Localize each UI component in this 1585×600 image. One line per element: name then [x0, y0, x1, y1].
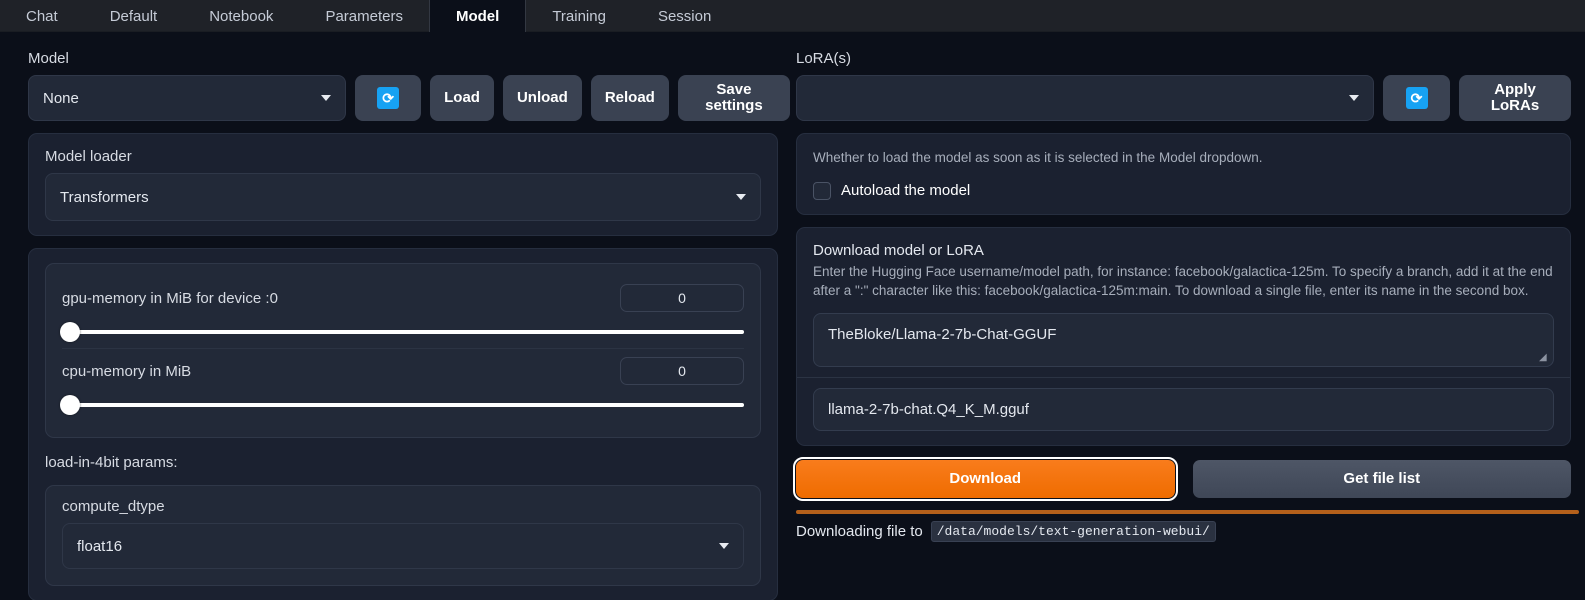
cpu-memory-number-input[interactable]: 0: [620, 357, 744, 385]
model-dropdown[interactable]: None: [28, 75, 346, 121]
save-settings-button-label: Save settings: [705, 81, 763, 114]
load-button[interactable]: Load: [430, 75, 494, 121]
gpu-memory-slider-row: gpu-memory in MiB for device :0 0: [60, 276, 744, 349]
file-name-value: llama-2-7b-chat.Q4_K_M.gguf: [828, 400, 1029, 418]
model-loader-dropdown[interactable]: Transformers: [45, 173, 761, 221]
tab-model[interactable]: Model: [428, 0, 527, 32]
autoload-help-text: Whether to load the model as soon as it …: [813, 150, 1263, 165]
right-column: LoRA(s) ⟳ Apply LoRAs Whether to load th…: [790, 32, 1585, 600]
compute-dtype-group: compute_dtype float16: [45, 485, 761, 586]
file-name-input[interactable]: llama-2-7b-chat.Q4_K_M.gguf: [813, 387, 1554, 431]
cpu-memory-slider-track[interactable]: [60, 395, 744, 415]
gpu-memory-value: 0: [678, 290, 686, 306]
refresh-icon: ⟳: [377, 87, 400, 109]
cpu-memory-slider-row: cpu-memory in MiB 0: [60, 349, 744, 421]
model-section-label: Model: [28, 50, 69, 67]
gpu-memory-slider-thumb[interactable]: [60, 322, 80, 342]
refresh-icon: ⟳: [1405, 87, 1428, 109]
tab-training[interactable]: Training: [526, 0, 632, 32]
chevron-down-icon: [1349, 95, 1359, 101]
compute-dtype-label: compute_dtype: [62, 498, 165, 515]
compute-dtype-value: float16: [77, 537, 123, 555]
memory-sliders-group: gpu-memory in MiB for device :0 0 cpu-me…: [45, 263, 761, 438]
autoload-checkbox-label: Autoload the model: [841, 182, 971, 200]
load-in-4bit-params-title: load-in-4bit params:: [45, 454, 178, 471]
gpu-memory-number-input[interactable]: 0: [620, 284, 744, 312]
tab-label: Model: [455, 7, 500, 25]
cpu-memory-value: 0: [678, 363, 686, 379]
cpu-memory-label: cpu-memory in MiB: [62, 362, 192, 380]
gpu-memory-header: gpu-memory in MiB for device :0 0: [62, 284, 744, 312]
lora-section-label: LoRA(s): [796, 50, 852, 67]
chevron-down-icon: [719, 543, 729, 549]
gpu-memory-slider-track[interactable]: [60, 322, 744, 342]
download-panel: Download model or LoRA Enter the Hugging…: [796, 226, 1571, 446]
refresh-model-list-button[interactable]: ⟳: [355, 75, 422, 121]
tab-chat[interactable]: Chat: [0, 0, 84, 32]
cpu-memory-slider-thumb[interactable]: [60, 395, 80, 415]
download-button-label: Download: [949, 470, 1022, 488]
model-controls-row: None ⟳ Load Unload Reload Save settings: [0, 75, 790, 121]
download-path-chip: /data/models/text-generation-webui/: [930, 520, 1216, 542]
autoload-checkbox[interactable]: [813, 181, 831, 200]
model-loader-panel: Model loader Transformers: [28, 133, 778, 236]
tab-label: Chat: [26, 7, 58, 25]
download-status-text: Downloading file to: [796, 522, 923, 540]
model-loader-label: Model loader: [45, 148, 132, 165]
download-status-row: Downloading file to /data/models/text-ge…: [790, 520, 1585, 542]
apply-loras-button[interactable]: Apply LoRAs: [1459, 75, 1571, 121]
model-dropdown-value: None: [43, 89, 79, 107]
reload-button[interactable]: Reload: [590, 75, 669, 121]
download-progress-wrap: [796, 509, 1579, 514]
tab-session[interactable]: Session: [632, 0, 737, 32]
load-button-label: Load: [444, 89, 480, 107]
tab-label: Parameters: [325, 7, 403, 25]
chevron-down-icon: [736, 194, 746, 200]
download-button[interactable]: Download: [793, 456, 1178, 501]
tab-label: Notebook: [209, 7, 274, 25]
repo-path-value: TheBloke/Llama-2-7b-Chat-GGUF: [828, 325, 1057, 343]
download-progress-bar: [796, 509, 1579, 514]
get-file-list-button[interactable]: Get file list: [1192, 459, 1571, 498]
download-section-title: Download model or LoRA: [813, 241, 984, 259]
reload-button-label: Reload: [604, 89, 655, 107]
autoload-panel: Whether to load the model as soon as it …: [796, 133, 1571, 215]
tab-label: Training: [552, 7, 606, 25]
tab-label: Default: [109, 7, 158, 25]
memory-settings-panel: gpu-memory in MiB for device :0 0 cpu-me…: [28, 248, 778, 600]
tab-bar: Chat Default Notebook Parameters Model T…: [0, 0, 1585, 32]
model-loader-value: Transformers: [60, 188, 149, 206]
unload-button-label: Unload: [516, 89, 568, 107]
tab-label: Session: [657, 7, 712, 25]
tab-parameters[interactable]: Parameters: [299, 0, 429, 32]
divider: [797, 376, 1570, 378]
download-actions-row: Download Get file list: [790, 456, 1585, 501]
compute-dtype-dropdown[interactable]: float16: [62, 523, 744, 569]
apply-loras-button-label: Apply LoRAs: [1490, 81, 1540, 114]
tab-default[interactable]: Default: [84, 0, 184, 32]
autoload-checkbox-row[interactable]: Autoload the model: [813, 181, 1554, 200]
tab-notebook[interactable]: Notebook: [183, 0, 299, 32]
lora-dropdown[interactable]: [796, 75, 1374, 121]
refresh-lora-list-button[interactable]: ⟳: [1383, 75, 1451, 121]
download-help-text: Enter the Hugging Face username/model pa…: [813, 263, 1553, 299]
unload-button[interactable]: Unload: [502, 75, 582, 121]
resize-handle-icon[interactable]: ◢: [1539, 352, 1549, 363]
chevron-down-icon: [321, 95, 331, 101]
gpu-memory-label: gpu-memory in MiB for device :0: [62, 289, 278, 307]
cpu-memory-header: cpu-memory in MiB 0: [62, 357, 744, 385]
model-page: Model None ⟳ Load Unload Reload Save set…: [0, 32, 1585, 600]
left-column: Model None ⟳ Load Unload Reload Save set…: [0, 32, 790, 600]
lora-controls-row: ⟳ Apply LoRAs: [790, 75, 1585, 121]
get-file-list-button-label: Get file list: [1343, 470, 1421, 488]
repo-path-input[interactable]: TheBloke/Llama-2-7b-Chat-GGUF ◢: [813, 312, 1554, 367]
save-settings-button[interactable]: Save settings: [677, 75, 790, 121]
